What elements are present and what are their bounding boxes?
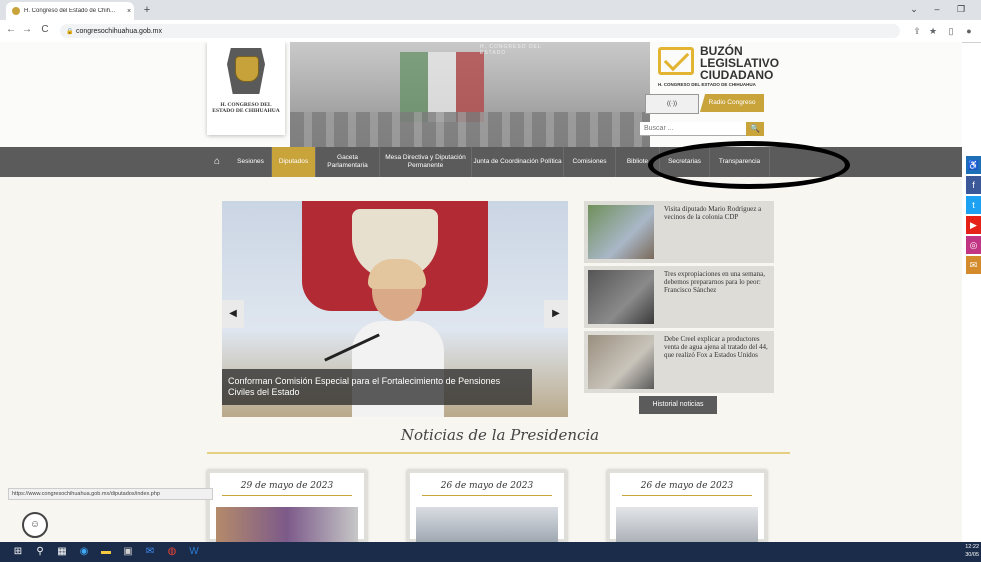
site-logo[interactable]: H. CONGRESO DEL ESTADO DE CHIHUAHUA — [207, 42, 285, 135]
tab-close-icon[interactable]: × — [124, 8, 134, 15]
windows-start-icon[interactable]: ⊞ — [10, 544, 26, 560]
buzon-subtitle: H. CONGRESO DEL ESTADO DE CHIHUAHUA — [658, 82, 756, 87]
mail-icon[interactable]: ✉ — [142, 544, 158, 560]
news-item[interactable]: Debe Creel explicar a productores venta … — [584, 331, 774, 393]
clock-time: 12:22 — [965, 544, 979, 550]
card-date: 26 de mayo de 2023 — [640, 481, 734, 491]
card-underline — [222, 495, 352, 496]
status-bar-url: https://www.congresochihuahua.gob.mx/dip… — [8, 488, 213, 500]
logo-text: H. CONGRESO DEL ESTADO DE CHIHUAHUA — [212, 102, 280, 114]
carousel-next-icon[interactable]: ▶ — [544, 300, 568, 328]
search-taskbar-icon[interactable]: ⚲ — [32, 544, 48, 560]
radio-wave-icon[interactable]: ((·)) — [645, 94, 699, 114]
header-banner-image: H. CONGRESO DEL ESTADO — [290, 42, 650, 147]
buzon-title[interactable]: BUZÓN LEGISLATIVO CIUDADANO — [700, 45, 780, 81]
facebook-icon[interactable]: f — [966, 176, 981, 194]
presidencia-card[interactable]: 26 de mayo de 2023 — [407, 470, 567, 542]
accessibility-icon[interactable]: ♿ — [966, 156, 981, 174]
new-tab-button[interactable]: + — [140, 3, 154, 17]
forward-icon[interactable]: → — [20, 23, 34, 37]
news-item[interactable]: Tres expropiaciones en una semana, debem… — [584, 266, 774, 328]
web-page: H. CONGRESO DEL ESTADO DE CHIHUAHUA H. C… — [0, 42, 962, 542]
lock-icon: 🔒 — [66, 28, 74, 35]
youtube-icon[interactable]: ▶ — [966, 216, 981, 234]
card-image — [616, 507, 758, 542]
news-headline[interactable]: Tres expropiaciones en una semana, debem… — [664, 270, 768, 294]
taskbar-clock[interactable]: 12:22 30/05 — [950, 543, 981, 559]
email-icon[interactable]: ✉ — [966, 256, 981, 274]
presidencia-title: Noticias de la Presidencia — [400, 426, 600, 444]
coat-of-arms-icon — [235, 56, 259, 82]
nav-item-sesiones[interactable]: Sesiones — [230, 147, 272, 177]
nav-item-junta[interactable]: Junta de Coordinación Política — [472, 147, 564, 177]
accessibility-widget-icon[interactable]: ☺ — [22, 512, 48, 538]
chrome-icon[interactable]: ◍ — [164, 544, 180, 560]
url-text: congresochihuahua.gob.mx — [76, 27, 163, 35]
historial-noticias-button[interactable]: Historial noticias — [639, 396, 717, 414]
card-underline — [622, 495, 752, 496]
browser-tab[interactable]: H. Congreso del Estado de Chih... × — [6, 2, 134, 20]
news-headline[interactable]: Visita diputado Mario Rodríguez a vecino… — [664, 205, 768, 221]
minimize-button[interactable]: – — [928, 2, 946, 16]
instagram-icon[interactable]: ◎ — [966, 236, 981, 254]
news-thumbnail — [588, 205, 654, 259]
sidepanel-icon[interactable]: ▯ — [944, 24, 958, 38]
search-input[interactable] — [640, 122, 746, 136]
nav-item-mesa-directiva[interactable]: Mesa Directiva y Diputación Permanente — [380, 147, 472, 177]
carousel-speaker-hair — [368, 259, 426, 289]
reload-icon[interactable]: C — [38, 23, 52, 37]
mailbox-check-icon[interactable] — [658, 47, 694, 75]
carousel-prev-icon[interactable]: ◀ — [222, 300, 244, 328]
news-carousel[interactable]: ◀ ▶ Conforman Comisión Especial para el … — [222, 201, 568, 417]
annotation-ellipse — [648, 141, 850, 189]
nav-item-gaceta[interactable]: Gaceta Parlamentaria — [316, 147, 380, 177]
card-underline — [422, 495, 552, 496]
clock-date: 30/05 — [965, 552, 979, 558]
presidencia-card[interactable]: 29 de mayo de 2023 — [207, 470, 367, 542]
profile-icon[interactable]: ● — [962, 24, 976, 38]
carousel-caption[interactable]: Conforman Comisión Especial para el Fort… — [222, 369, 532, 405]
nav-item-diputados[interactable]: Diputados — [272, 147, 316, 177]
store-icon[interactable]: ▣ — [120, 544, 136, 560]
news-headline[interactable]: Debe Creel explicar a productores venta … — [664, 335, 768, 359]
chamber-seats — [290, 112, 650, 147]
maximize-button[interactable]: ❐ — [952, 2, 970, 16]
card-date: 29 de mayo de 2023 — [240, 481, 334, 491]
back-icon[interactable]: ← — [4, 23, 18, 37]
bookmark-star-icon[interactable]: ★ — [926, 24, 940, 38]
twitter-icon[interactable]: t — [966, 196, 981, 214]
banner-engraving: H. CONGRESO DEL ESTADO — [480, 44, 542, 56]
file-explorer-icon[interactable]: ▬ — [98, 544, 114, 560]
word-icon[interactable]: W — [186, 544, 202, 560]
nav-item-comisiones[interactable]: Comisiones — [564, 147, 616, 177]
radio-congreso-button[interactable]: Radio Congreso — [700, 94, 764, 112]
task-view-icon[interactable]: ▦ — [54, 544, 70, 560]
favicon-icon — [12, 7, 20, 15]
news-item[interactable]: Visita diputado Mario Rodríguez a vecino… — [584, 201, 774, 263]
tab-search-icon[interactable]: ⌄ — [905, 2, 923, 16]
card-date: 26 de mayo de 2023 — [440, 481, 534, 491]
card-image — [416, 507, 558, 542]
url-bar[interactable]: 🔒 congresochihuahua.gob.mx — [60, 24, 900, 38]
share-icon[interactable]: ⇪ — [910, 24, 924, 38]
home-icon[interactable]: ⌂ — [210, 147, 224, 177]
news-thumbnail — [588, 270, 654, 324]
news-thumbnail — [588, 335, 654, 389]
edge-icon[interactable]: ◉ — [76, 544, 92, 560]
card-image — [216, 507, 358, 542]
search-icon[interactable]: 🔍 — [746, 122, 764, 136]
tab-title: H. Congreso del Estado de Chih... — [24, 8, 116, 14]
section-divider — [207, 452, 790, 454]
presidencia-card[interactable]: 26 de mayo de 2023 — [607, 470, 767, 542]
